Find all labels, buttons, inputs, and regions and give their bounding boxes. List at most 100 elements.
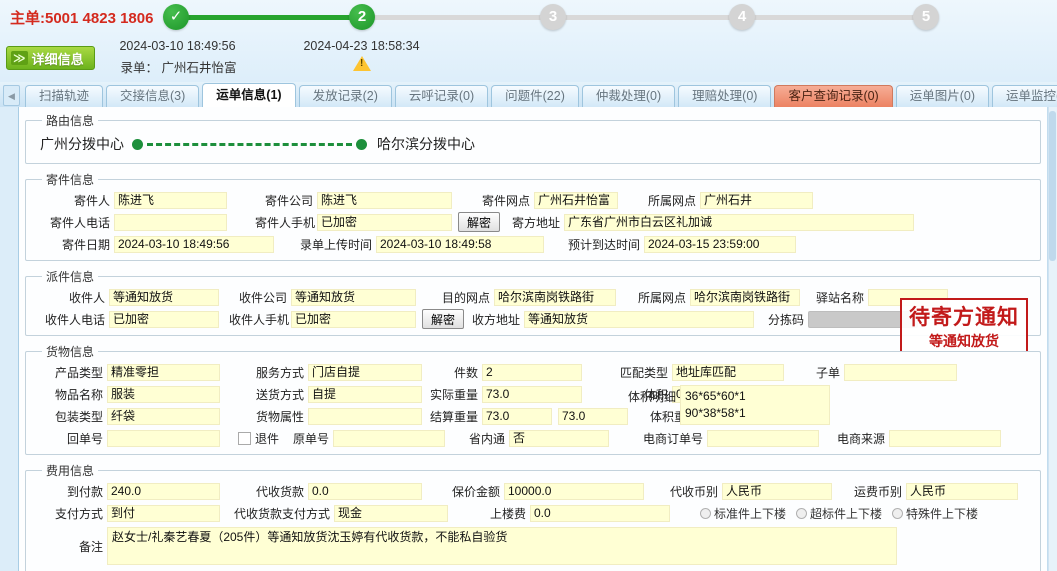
sender-phone-field[interactable]	[114, 214, 227, 231]
route-row: 广州分拨中心 哈尔滨分拨中心	[32, 130, 1034, 158]
goods-row-1: 产品类型 精准零担 服务方式 门店自提 件数 2 匹配类型 地址库匹配 子单	[32, 361, 1034, 383]
tab-customer-query-record[interactable]: 客户查询记录(0)	[774, 85, 892, 107]
match-type-field[interactable]: 地址库匹配	[672, 364, 784, 381]
receipt-no-field[interactable]	[107, 430, 220, 447]
collect-pay-method-field[interactable]: 现金	[334, 505, 448, 522]
ec-order-field[interactable]	[707, 430, 819, 447]
receiver-owner-branch-field[interactable]: 哈尔滨南岗铁路街	[690, 289, 800, 306]
collection-field[interactable]: 0.0	[308, 483, 422, 500]
tab-cloud-call-record[interactable]: 云呼记录(0)	[395, 85, 488, 107]
warning-mark: !	[360, 58, 363, 69]
detail-info-button[interactable]: ≫ 详细信息	[6, 46, 95, 70]
cod-field[interactable]: 240.0	[107, 483, 220, 500]
radio-oversize-updown[interactable]	[796, 508, 807, 519]
tab-scroll-left-button[interactable]: ◀	[3, 85, 20, 106]
original-no-label: 原单号	[285, 430, 333, 447]
floor-fee-field[interactable]: 0.0	[530, 505, 670, 522]
province-pass-field[interactable]: 否	[509, 430, 609, 447]
section-fees-legend: 费用信息	[42, 462, 98, 479]
sender-company-field[interactable]: 陈进飞	[317, 192, 452, 209]
dest-branch-label: 目的网点	[432, 289, 494, 306]
scroll-left-icon: ◀	[8, 91, 15, 101]
tab-problem-item[interactable]: 问题件(22)	[491, 85, 579, 107]
progress-line-done	[176, 15, 362, 20]
settle-weight-field-1[interactable]: 73.0	[482, 408, 552, 425]
upload-time-field[interactable]: 2024-03-10 18:49:58	[376, 236, 544, 253]
route-from: 广州分拨中心	[40, 134, 124, 154]
tab-bar: ◀ 扫描轨迹 交接信息(3) 运单信息(1) 发放记录(2) 云呼记录(0) 问…	[0, 82, 1057, 107]
section-goods-legend: 货物信息	[42, 343, 98, 360]
radio-special-updown[interactable]	[892, 508, 903, 519]
volume-detail-field[interactable]: 36*65*60*190*38*58*1	[680, 385, 830, 425]
sender-decrypt-button[interactable]: 解密	[458, 212, 500, 232]
scrollbar-thumb[interactable]	[1049, 111, 1056, 261]
tab-handover-info[interactable]: 交接信息(3)	[106, 85, 199, 107]
receiver-phone-field[interactable]: 已加密	[109, 311, 219, 328]
sender-owner-branch-field[interactable]: 广州石井	[700, 192, 813, 209]
sender-date-field[interactable]: 2024-03-10 18:49:56	[114, 236, 274, 253]
radio-special-label: 特殊件上下楼	[906, 505, 978, 522]
receiver-company-field[interactable]: 等通知放货	[291, 289, 416, 306]
tab-waybill-images[interactable]: 运单图片(0)	[896, 85, 989, 107]
receiver-name-field[interactable]: 等通知放货	[109, 289, 219, 306]
radio-standard-updown[interactable]	[700, 508, 711, 519]
section-sender-legend: 寄件信息	[42, 171, 98, 188]
sender-owner-branch-label: 所属网点	[638, 192, 700, 209]
sender-name-field[interactable]: 陈进飞	[114, 192, 227, 209]
receiver-mobile-field[interactable]: 已加密	[291, 311, 416, 328]
route-dashed-line	[147, 143, 352, 146]
sender-mobile-field[interactable]: 已加密	[317, 214, 452, 231]
remark-field[interactable]: 赵女士/礼秦艺春夏（205件）等通知放货沈玉婷有代收货款，不能私自验货	[107, 527, 897, 565]
tab-scan-track[interactable]: 扫描轨迹	[25, 85, 103, 107]
dest-branch-field[interactable]: 哈尔滨南岗铁路街	[494, 289, 616, 306]
receiver-address-label: 收方地址	[468, 311, 524, 328]
route-dot-start-icon	[132, 139, 143, 150]
station-name-label: 驿站名称	[812, 289, 868, 306]
section-fees: 费用信息 到付款 240.0 代收货款 0.0 保价金额 10000.0 代收币…	[25, 462, 1041, 571]
eta-field[interactable]: 2024-03-15 23:59:00	[644, 236, 796, 253]
insured-field[interactable]: 10000.0	[504, 483, 644, 500]
product-type-field[interactable]: 精准零担	[107, 364, 220, 381]
sender-row-3: 寄件日期 2024-03-10 18:49:56 录单上传时间 2024-03-…	[32, 233, 1034, 255]
insured-label: 保价金额	[446, 483, 504, 500]
item-name-field[interactable]: 服装	[107, 386, 220, 403]
tab-arbitration[interactable]: 仲裁处理(0)	[582, 85, 675, 107]
sender-branch-field[interactable]: 广州石井怡富	[534, 192, 618, 209]
master-number: 5001 4823 1806	[45, 10, 153, 27]
sub-order-field[interactable]	[844, 364, 957, 381]
receiver-address-field[interactable]: 等通知放货	[524, 311, 754, 328]
package-type-field[interactable]: 纤袋	[107, 408, 220, 425]
pay-method-field[interactable]: 到付	[107, 505, 220, 522]
return-checkbox[interactable]	[238, 432, 251, 445]
upload-time-label: 录单上传时间	[284, 236, 376, 253]
delivery-mode-field[interactable]: 自提	[308, 386, 422, 403]
step1-date: 2024-03-10 18:49:56	[100, 39, 255, 53]
sender-address-field[interactable]: 广东省广州市白云区礼加诚	[564, 214, 914, 231]
sender-row-2: 寄件人电话 寄件人手机 已加密 解密 寄方地址 广东省广州市白云区礼加诚	[32, 211, 1034, 233]
section-route-legend: 路由信息	[42, 112, 98, 129]
collect-currency-label: 代收币别	[660, 483, 722, 500]
ec-source-field[interactable]	[889, 430, 1001, 447]
section-sender: 寄件信息 寄件人 陈进飞 寄件公司 陈进飞 寄件网点 广州石井怡富 所属网点 广…	[25, 171, 1041, 261]
collect-currency-field[interactable]: 人民币	[722, 483, 832, 500]
tab-waybill-monitor[interactable]: 运单监控(1)	[992, 85, 1057, 107]
goods-attr-field[interactable]	[308, 408, 422, 425]
sender-phone-label: 寄件人电话	[32, 214, 114, 231]
pay-method-label: 支付方式	[32, 505, 107, 522]
sort-code-label: 分拣码	[764, 311, 808, 328]
tab-waybill-info[interactable]: 运单信息(1)	[202, 83, 295, 107]
pieces-field[interactable]: 2	[482, 364, 582, 381]
tab-release-record[interactable]: 发放记录(2)	[299, 85, 392, 107]
receiver-mobile-label: 收件人手机	[229, 311, 291, 328]
receiver-decrypt-button[interactable]: 解密	[422, 309, 464, 329]
service-mode-field[interactable]: 门店自提	[308, 364, 422, 381]
package-type-label: 包装类型	[32, 408, 107, 425]
freight-currency-field[interactable]: 人民币	[906, 483, 1018, 500]
master-label: 主单:	[10, 10, 45, 27]
vertical-scrollbar[interactable]	[1048, 107, 1057, 571]
tab-claims[interactable]: 理赔处理(0)	[678, 85, 771, 107]
actual-weight-field[interactable]: 73.0	[482, 386, 582, 403]
original-no-field[interactable]	[333, 430, 445, 447]
section-route: 路由信息 广州分拨中心 哈尔滨分拨中心	[25, 112, 1041, 164]
progress-step-1: ✓	[163, 4, 189, 30]
